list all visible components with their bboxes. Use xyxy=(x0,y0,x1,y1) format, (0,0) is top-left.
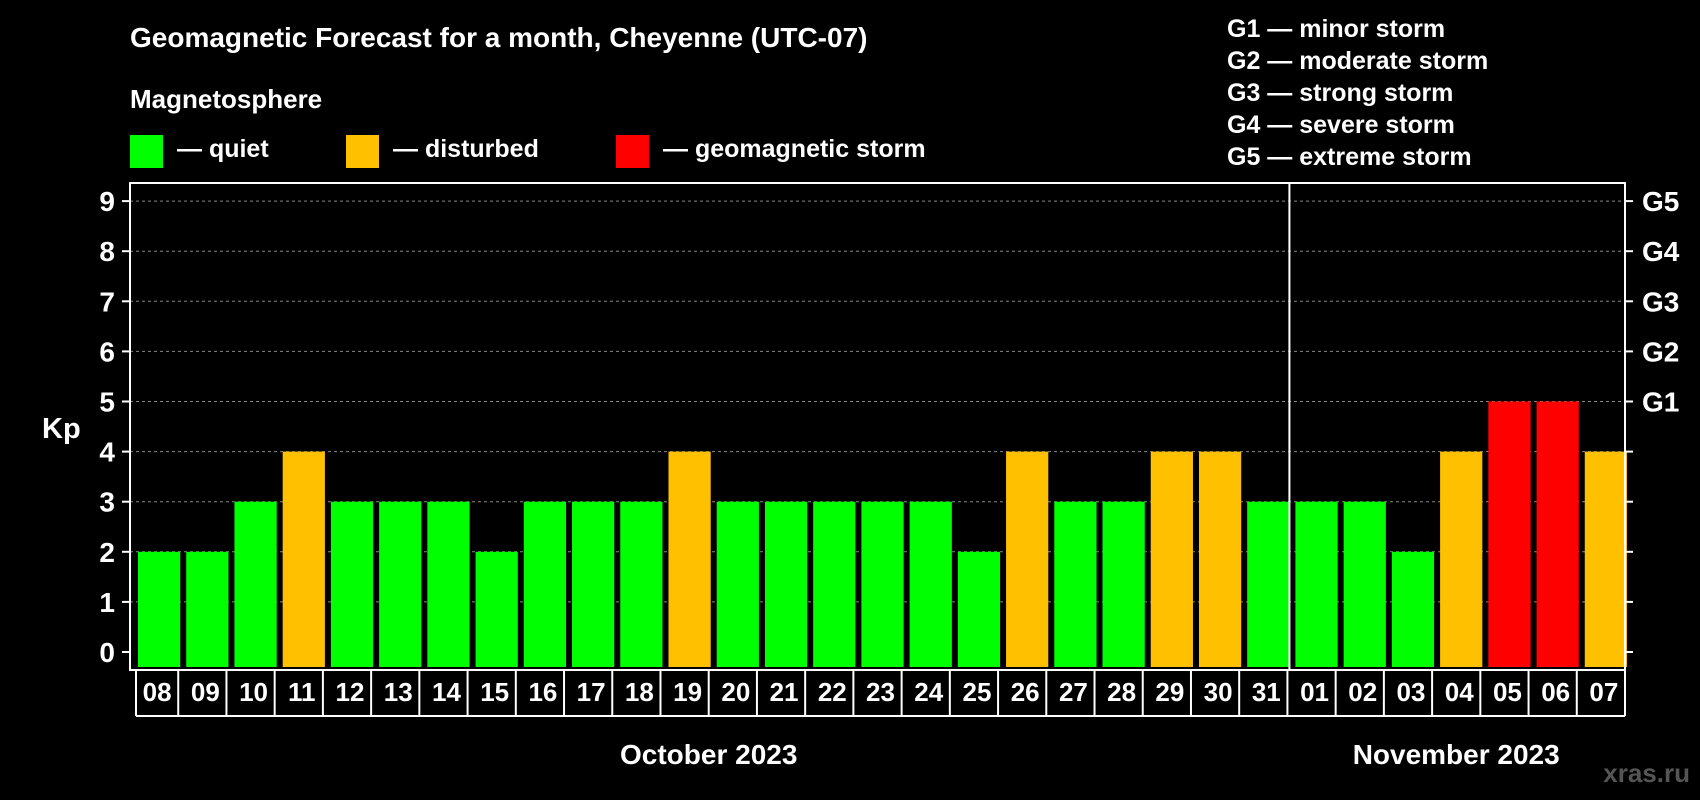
bar xyxy=(1295,501,1338,667)
x-tick-label: 16 xyxy=(528,677,557,707)
y-tick-label: 4 xyxy=(99,437,115,468)
bar xyxy=(330,501,374,667)
bar xyxy=(523,501,567,667)
x-tick-label: 10 xyxy=(239,677,268,707)
bar xyxy=(1440,451,1483,667)
legend-label-disturbed: — disturbed xyxy=(393,135,539,163)
x-tick-label: 21 xyxy=(770,677,799,707)
legend-label-quiet: — quiet xyxy=(177,135,269,163)
bar xyxy=(186,551,229,667)
legend: — quiet — disturbed — geomagnetic storm xyxy=(130,135,926,168)
geomagnetic-forecast-chart: Geomagnetic Forecast for a month, Cheyen… xyxy=(42,15,1690,788)
bar xyxy=(572,501,615,667)
storm-scale-g3: G3 — strong storm xyxy=(1227,79,1453,107)
bar xyxy=(861,501,904,667)
bar xyxy=(1536,401,1579,667)
x-tick-label: 04 xyxy=(1445,677,1474,707)
bar xyxy=(909,501,952,667)
bar xyxy=(764,501,808,667)
x-tick-label: 18 xyxy=(625,677,654,707)
x-tick-label: 20 xyxy=(721,677,750,707)
x-tick-label: 03 xyxy=(1397,677,1426,707)
bars xyxy=(138,401,1627,667)
x-tick-label: 17 xyxy=(577,677,606,707)
x-tick-label: 07 xyxy=(1589,677,1618,707)
legend-swatch-disturbed xyxy=(346,135,379,168)
x-tick-label: 15 xyxy=(480,677,509,707)
x-tick-label: 23 xyxy=(866,677,895,707)
y-tick-label: 1 xyxy=(99,587,115,618)
y-tick-label: 9 xyxy=(99,186,115,217)
x-tick-label: 27 xyxy=(1059,677,1088,707)
x-tick-label: 02 xyxy=(1348,677,1377,707)
legend-swatch-storm xyxy=(616,135,649,168)
y-tick-label: 2 xyxy=(99,537,115,568)
x-tick-label: 05 xyxy=(1493,677,1522,707)
y-tick-label: 6 xyxy=(99,336,115,367)
x-tick-label: 14 xyxy=(432,677,461,707)
legend-label-storm: — geomagnetic storm xyxy=(663,135,926,163)
bar xyxy=(282,451,325,667)
bar xyxy=(1343,501,1386,667)
x-tick-label: 25 xyxy=(962,677,991,707)
storm-scale-g5: G5 — extreme storm xyxy=(1227,143,1472,171)
x-tick-label: 28 xyxy=(1107,677,1136,707)
y-tick-label: 5 xyxy=(99,387,115,418)
storm-scale-legend: G1 — minor storm G2 — moderate storm G3 … xyxy=(1227,15,1488,171)
month-label: October 2023 xyxy=(620,739,797,770)
bar xyxy=(475,551,518,667)
bar xyxy=(1006,451,1049,667)
x-tick-label: 24 xyxy=(914,677,943,707)
bar xyxy=(957,551,1001,667)
bar xyxy=(668,451,711,667)
storm-scale-g4: G4 — severe storm xyxy=(1227,111,1455,139)
y-tick-label: 3 xyxy=(99,487,115,518)
bar xyxy=(1391,551,1435,667)
storm-level-label: G1 xyxy=(1642,387,1679,418)
bar xyxy=(716,501,759,667)
x-tick-label: 22 xyxy=(818,677,847,707)
storm-scale-g2: G2 — moderate storm xyxy=(1227,47,1488,75)
month-label: November 2023 xyxy=(1353,739,1560,770)
storm-level-label: G3 xyxy=(1642,286,1679,317)
bar xyxy=(1054,501,1097,667)
x-tick-label: 19 xyxy=(673,677,702,707)
bar xyxy=(1247,501,1290,667)
storm-level-label: G2 xyxy=(1642,336,1679,367)
storm-scale-g1: G1 — minor storm xyxy=(1227,15,1445,43)
bar xyxy=(234,501,277,667)
x-tick-label: 12 xyxy=(336,677,365,707)
bar xyxy=(620,501,663,667)
x-tick-label: 30 xyxy=(1204,677,1233,707)
bar xyxy=(1102,501,1145,667)
bar xyxy=(813,501,856,667)
x-tick-label: 06 xyxy=(1541,677,1570,707)
y-tick-label: 8 xyxy=(99,236,115,267)
x-tick-label: 13 xyxy=(384,677,413,707)
storm-level-label: G5 xyxy=(1642,186,1679,217)
y-tick-label: 0 xyxy=(99,637,115,668)
x-tick-label: 08 xyxy=(143,677,172,707)
x-tick-label: 11 xyxy=(288,677,316,707)
bar xyxy=(427,501,470,667)
chart-subtitle: Magnetosphere xyxy=(130,84,322,114)
x-tick-label: 01 xyxy=(1300,677,1329,707)
storm-level-label: G4 xyxy=(1642,236,1680,267)
x-tick-label: 29 xyxy=(1155,677,1184,707)
x-tick-label: 09 xyxy=(191,677,220,707)
bar xyxy=(1198,451,1242,667)
bar xyxy=(379,501,422,667)
x-tick-label: 31 xyxy=(1252,677,1281,707)
x-tick-label: 26 xyxy=(1011,677,1040,707)
bar xyxy=(1150,451,1193,667)
legend-swatch-quiet xyxy=(130,135,163,168)
watermark: xras.ru xyxy=(1603,758,1690,788)
y-axis-label: Kp xyxy=(42,413,81,445)
bar xyxy=(138,551,181,667)
bar xyxy=(1488,401,1531,667)
chart-title: Geomagnetic Forecast for a month, Cheyen… xyxy=(130,22,867,53)
y-tick-label: 7 xyxy=(99,286,115,317)
bar xyxy=(1584,451,1627,667)
